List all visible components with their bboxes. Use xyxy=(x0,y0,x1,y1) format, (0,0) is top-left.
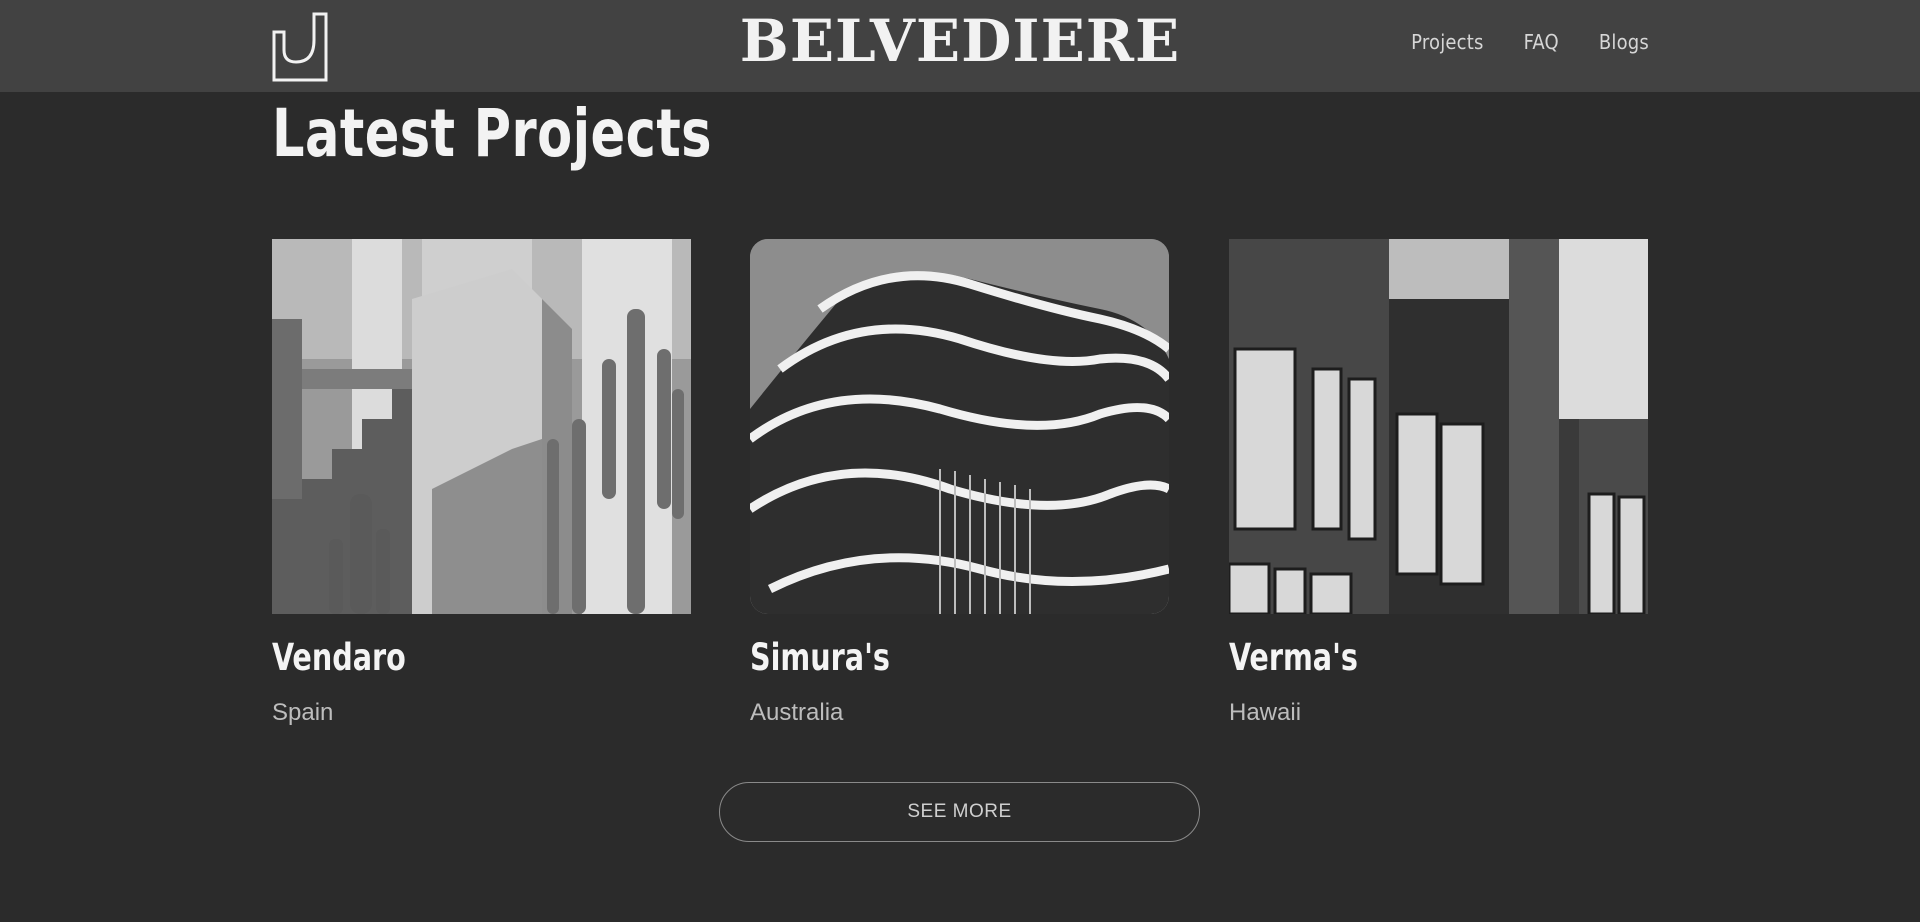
main-nav: Projects FAQ Blogs xyxy=(1411,30,1649,54)
nav-blogs[interactable]: Blogs xyxy=(1599,30,1649,54)
project-card-vermas[interactable]: Verma's Hawaii xyxy=(1229,239,1648,726)
project-name[interactable]: Simura's xyxy=(750,636,890,679)
project-location: Hawaii xyxy=(1229,699,1302,726)
project-name[interactable]: Vendaro xyxy=(272,636,406,679)
nav-projects[interactable]: Projects xyxy=(1411,30,1483,54)
page-title: Latest Projects xyxy=(272,95,712,172)
curved-balconies-photo[interactable] xyxy=(750,239,1169,614)
cactus-building-photo[interactable] xyxy=(272,239,691,614)
glass-facade-photo[interactable] xyxy=(1229,239,1648,614)
nav-faq[interactable]: FAQ xyxy=(1524,30,1559,54)
project-location: Spain xyxy=(272,699,334,726)
project-location: Australia xyxy=(750,699,844,726)
project-card-simuras[interactable]: Simura's Australia xyxy=(750,239,1169,726)
site-header: BELVEDIERE Projects FAQ Blogs xyxy=(0,0,1920,92)
project-card-vendaro[interactable]: Vendaro Spain xyxy=(272,239,691,726)
project-name[interactable]: Verma's xyxy=(1229,636,1358,679)
see-more-button[interactable]: SEE MORE xyxy=(719,782,1200,842)
bracket-logo-icon[interactable] xyxy=(272,12,328,82)
